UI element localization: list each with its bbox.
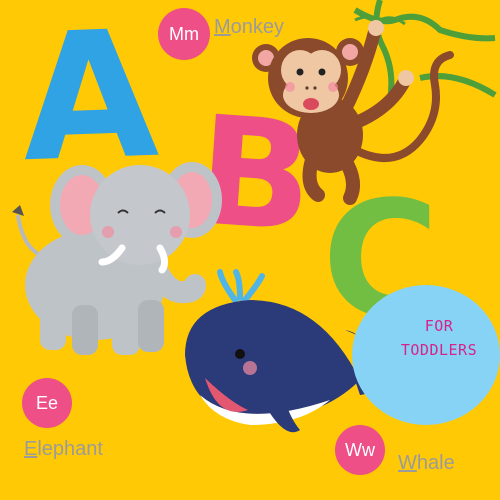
tagline: FOR TODDLERS — [380, 314, 498, 362]
elephant-badge: Ee — [22, 378, 72, 428]
whale-badge-letters: Ww — [345, 439, 375, 460]
elephant-word-rest: lephant — [37, 438, 103, 460]
tagline-line-2: TODDLERS — [400, 341, 478, 359]
tagline-line-1: FOR — [424, 317, 454, 335]
elephant-badge-letters: Ee — [35, 392, 59, 413]
whale-badge: Ww — [335, 425, 385, 475]
elephant-word: Elephant — [24, 438, 103, 461]
whale-illustration — [185, 269, 420, 433]
monkey-word-first-letter: M — [214, 16, 231, 38]
monkey-word: Monkey — [214, 16, 284, 39]
monkey-badge-letters: Mm — [169, 23, 199, 44]
elephant-word-first-letter: E — [24, 438, 38, 460]
monkey-badge: Mm — [158, 8, 210, 60]
abc-cover: A B C FOR TODDLERS Mm Monkey Ee Elephant… — [0, 0, 500, 500]
whale-word-first-letter: W — [398, 452, 417, 474]
whale-word-rest: hale — [416, 452, 455, 474]
whale-word: Whale — [398, 452, 455, 475]
monkey-word-rest: onkey — [230, 16, 285, 38]
